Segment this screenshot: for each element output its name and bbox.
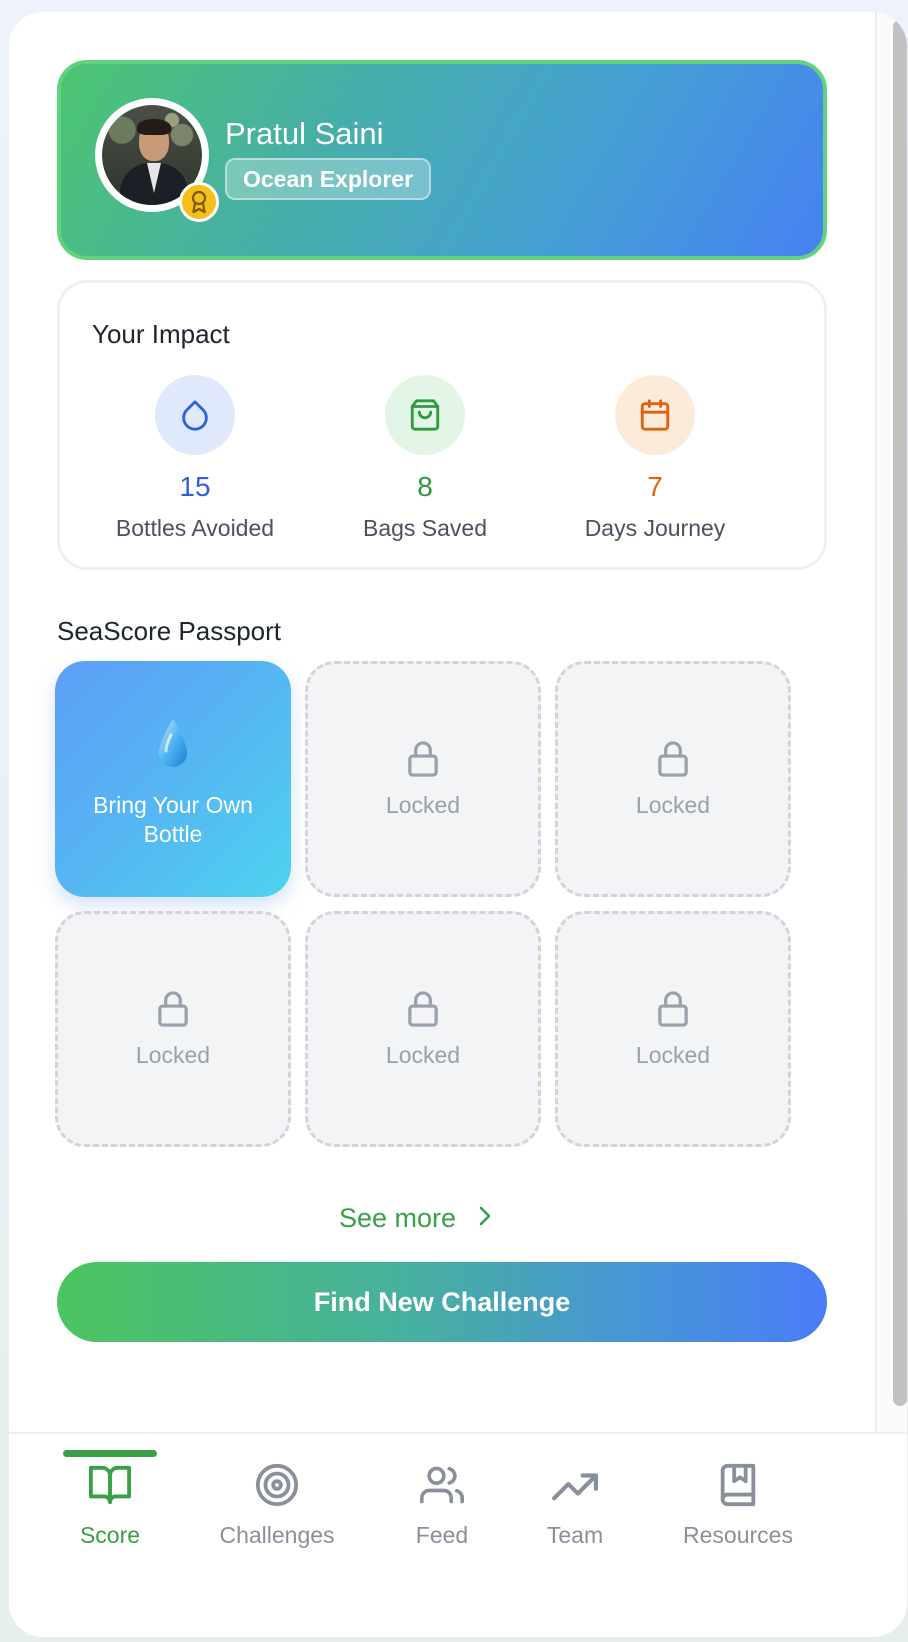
calendar-icon <box>615 375 695 455</box>
nav-label: Score <box>79 1522 141 1548</box>
award-badge-icon <box>179 182 219 222</box>
passport-tile-locked[interactable]: Locked <box>555 661 791 897</box>
stat-value: 15 <box>179 471 211 502</box>
nav-label: Feed <box>415 1522 469 1548</box>
nav-label: Resources <box>683 1522 793 1548</box>
stat-label: Bags Saved <box>362 515 488 541</box>
users-icon <box>397 1460 487 1510</box>
profile-name: Pratul Saini <box>225 116 384 151</box>
book-open-icon <box>65 1460 155 1510</box>
stat-value: 8 <box>417 471 433 502</box>
nav-label: Challenges <box>219 1522 335 1548</box>
profile-card: Pratul Saini Ocean Explorer <box>57 60 827 260</box>
stat-label: Bottles Avoided <box>115 515 275 541</box>
tile-label: Locked <box>635 792 711 818</box>
see-more-label: See more <box>339 1202 457 1233</box>
tile-label: Locked <box>385 792 461 818</box>
score-page[interactable]: Pratul Saini Ocean Explorer Your Impact … <box>9 12 875 1500</box>
lock-icon <box>405 740 441 783</box>
stat-value: 7 <box>647 471 663 502</box>
impact-title: Your Impact <box>92 319 230 349</box>
droplet-icon <box>155 375 235 455</box>
tile-label: Locked <box>635 1042 711 1068</box>
nav-item-challenges[interactable]: Challenges <box>212 1460 342 1549</box>
chevron-right-icon <box>478 1203 492 1234</box>
target-icon <box>212 1460 342 1510</box>
stat-days-journey: 7 Days Journey <box>540 375 770 542</box>
impact-card: Your Impact 15 Bottles Avoided 8 Bags Sa… <box>57 280 827 570</box>
scrollbar[interactable] <box>875 12 907 1500</box>
trending-up-icon <box>530 1460 620 1510</box>
passport-tile-locked[interactable]: Locked <box>55 911 291 1147</box>
stat-bottles-avoided: 15 Bottles Avoided <box>80 375 310 542</box>
active-tab-indicator <box>63 1450 157 1457</box>
shopping-bag-icon <box>385 375 465 455</box>
lock-icon <box>405 990 441 1033</box>
rank-badge: Ocean Explorer <box>225 158 432 200</box>
tile-label: Locked <box>385 1042 461 1068</box>
nav-item-feed[interactable]: Feed <box>397 1460 487 1549</box>
tile-label: Bring Your Own Bottle <box>93 792 253 847</box>
passport-tile-locked[interactable]: Locked <box>305 661 541 897</box>
passport-title: SeaScore Passport <box>57 616 282 646</box>
nav-label: Team <box>546 1522 604 1548</box>
passport-tile-locked[interactable]: Locked <box>555 911 791 1147</box>
scrollbar-thumb[interactable] <box>893 20 907 1406</box>
app-screen: Pratul Saini Ocean Explorer Your Impact … <box>9 12 907 1637</box>
lock-icon <box>655 740 691 783</box>
nav-item-team[interactable]: Team <box>530 1460 620 1549</box>
nav-item-resources[interactable]: Resources <box>671 1460 805 1549</box>
bottom-nav: Score Challenges Feed Team Resources <box>9 1432 907 1637</box>
stat-label: Days Journey <box>584 515 726 541</box>
lock-icon <box>155 990 191 1033</box>
passport-tile-locked[interactable]: Locked <box>305 911 541 1147</box>
find-new-challenge-button[interactable]: Find New Challenge <box>57 1262 827 1342</box>
stat-bags-saved: 8 Bags Saved <box>310 375 540 542</box>
lock-icon <box>655 990 691 1033</box>
bookmark-book-icon <box>671 1460 805 1510</box>
passport-tile-byob[interactable]: Bring Your Own Bottle <box>55 661 291 897</box>
see-more-link[interactable]: See more <box>339 1198 492 1238</box>
tile-label: Locked <box>135 1042 211 1068</box>
water-drop-icon <box>155 717 191 776</box>
nav-item-score[interactable]: Score <box>65 1460 155 1549</box>
